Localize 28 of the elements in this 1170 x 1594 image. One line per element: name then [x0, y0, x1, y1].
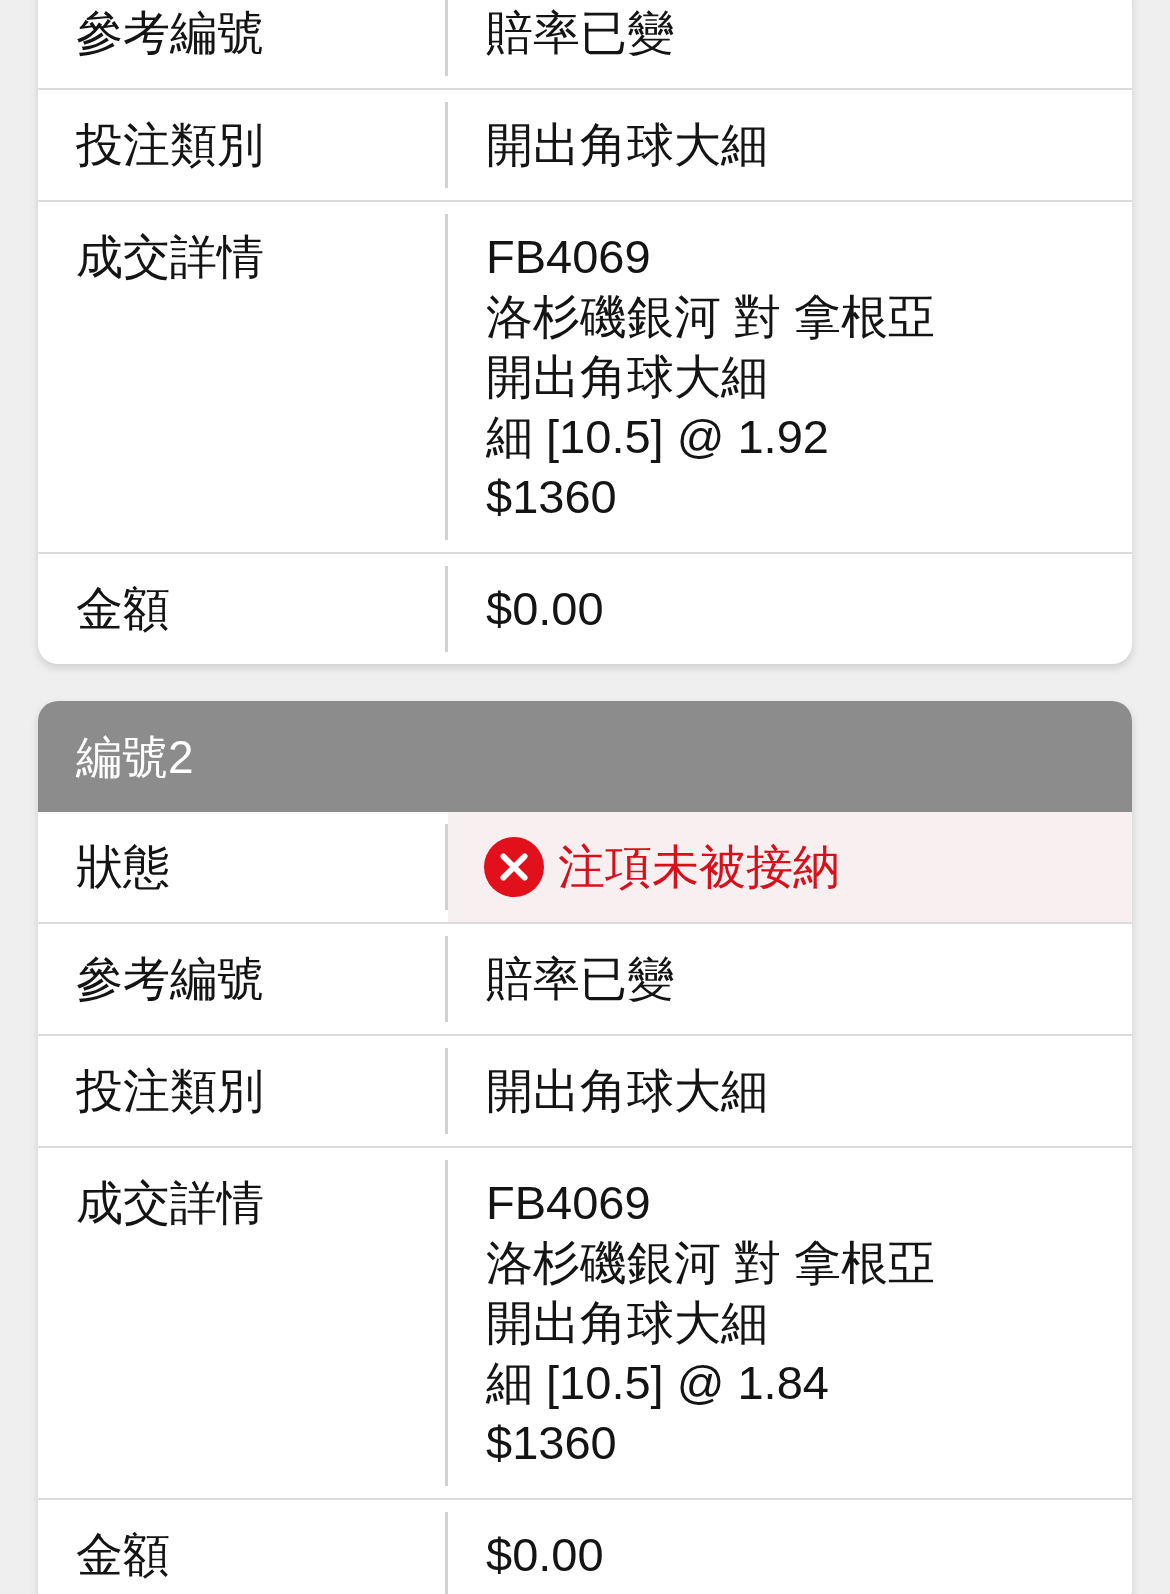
field-label: 投注類別 — [76, 1063, 264, 1119]
field-value: 賠率已變 — [486, 951, 674, 1007]
detail-line: 開出角球大細 — [486, 1295, 768, 1351]
field-value: $0.00 — [486, 581, 604, 637]
x-circle-icon — [484, 837, 544, 897]
detail-line: FB4069 — [486, 229, 651, 285]
detail-line: 細 [10.5] @ 1.92 — [486, 409, 829, 465]
detail-line: 洛杉磯銀河 對 拿根亞 — [486, 289, 936, 345]
detail-line: $1360 — [486, 1415, 617, 1471]
field-label: 投注類別 — [76, 117, 264, 173]
field-label: 參考編號 — [76, 951, 264, 1007]
detail-line: $1360 — [486, 469, 617, 525]
field-label: 狀態 — [76, 839, 170, 895]
status-text: 注項未被接納 — [558, 839, 840, 895]
field-value: $0.00 — [486, 1527, 604, 1583]
field-value: 賠率已變 — [486, 5, 674, 61]
field-label: 參考編號 — [76, 5, 264, 61]
detail-line: 細 [10.5] @ 1.84 — [486, 1355, 829, 1411]
field-value: 開出角球大細 — [486, 117, 768, 173]
card-title: 編號2 — [76, 729, 194, 785]
field-label: 成交詳情 — [76, 1175, 264, 1231]
field-value: 開出角球大細 — [486, 1063, 768, 1119]
detail-line: 開出角球大細 — [486, 349, 768, 405]
detail-line: FB4069 — [486, 1175, 651, 1231]
field-label: 成交詳情 — [76, 229, 264, 285]
detail-line: 洛杉磯銀河 對 拿根亞 — [486, 1235, 936, 1291]
field-label: 金額 — [76, 581, 170, 637]
field-label: 金額 — [76, 1527, 170, 1583]
